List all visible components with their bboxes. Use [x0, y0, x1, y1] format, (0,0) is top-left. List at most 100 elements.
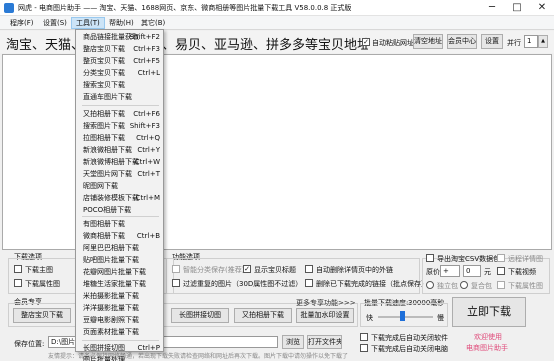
tools-menu-item[interactable]: 微商相册下载 Ctrl+B: [79, 231, 162, 241]
tools-menu-item[interactable]: 图片批量处理: [79, 355, 162, 361]
smart-classify-checkbox[interactable]: [172, 265, 180, 273]
download-main-checkbox[interactable]: [14, 265, 22, 273]
tools-menu-item[interactable]: 页面素材批量下载: [79, 327, 162, 337]
tools-menu-item-label: 店铺装修模板下载: [83, 194, 139, 202]
browse-button[interactable]: 浏览: [282, 335, 304, 349]
auto-close-software-checkbox[interactable]: [360, 333, 368, 341]
parallel-spinner[interactable]: ▲: [538, 35, 548, 48]
member-center-button[interactable]: 会员中心: [447, 34, 477, 49]
parallel-input[interactable]: 1: [524, 35, 538, 48]
tools-menu-item[interactable]: 整店宝贝下载 Ctrl+F3: [79, 44, 162, 54]
tools-menu-item[interactable]: 贴吧图片批量下载: [79, 255, 162, 265]
tools-menu-item[interactable]: 花瓣网图片批量下载: [79, 267, 162, 277]
speed-slider[interactable]: [378, 316, 433, 318]
tools-menu-item-label: 花瓣网图片批量下载: [83, 268, 146, 276]
tools-menu-item-shortcut: Ctrl+P: [137, 344, 160, 352]
tools-menu-item-shortcut: Ctrl+Q: [136, 134, 160, 142]
tools-menu-item-label: 新浪微相册下载: [83, 146, 132, 154]
menu-help[interactable]: 帮助(H): [105, 17, 138, 29]
tools-menu-item[interactable]: 拉图相册下载 Ctrl+Q: [79, 133, 162, 143]
composite-radio[interactable]: [460, 281, 468, 289]
tools-menu-item[interactable]: 阿里巴巴相册下载: [79, 243, 162, 253]
tools-menu-item[interactable]: 有图相册下载: [79, 219, 162, 229]
menu-separator: [82, 105, 159, 106]
filter-dup-checkbox[interactable]: [172, 279, 180, 287]
tools-menu-item[interactable]: 堆糖生活家批量下载: [79, 279, 162, 289]
filter-dup-label: 过滤重复的图片（30D属性图不过滤）: [183, 280, 303, 288]
delete-downloaded-checkbox[interactable]: [305, 279, 313, 287]
tools-dropdown-menu: 商品链接批量获取 Shift+F2 整店宝贝下载 Ctrl+F3 整页宝贝下载 Ctrl+…: [75, 29, 164, 361]
tools-menu-item[interactable]: POCO相册下载: [79, 205, 162, 215]
maximize-icon[interactable]: □: [505, 0, 529, 15]
tools-menu-item[interactable]: 昵图网下载: [79, 181, 162, 191]
tools-menu-item-label: 昵图网下载: [83, 182, 118, 190]
auto-close-software-label: 下载完成后自动关闭软件: [371, 334, 448, 342]
tools-menu-item-shortcut: Shift+F2: [129, 33, 160, 41]
tools-menu-item-label: 有图相册下载: [83, 220, 125, 228]
tools-menu-item[interactable]: 搜索图片下载 Shift+F3: [79, 121, 162, 131]
tools-menu-item[interactable]: 搜索宝贝下载: [79, 80, 162, 90]
auto-delete-label: 自动删除详情页中的外链: [316, 266, 393, 274]
tools-menu-item-shortcut: Shift+F3: [129, 122, 160, 130]
price-operator-select[interactable]: +: [440, 265, 460, 277]
close-icon[interactable]: ✕: [530, 0, 554, 15]
tools-menu-item-label: 又拍相册下载: [83, 110, 125, 118]
tools-menu-item-label: 拉图相册下载: [83, 134, 125, 142]
tools-menu-item-label: 搜索图片下载: [83, 122, 125, 130]
menu-tools[interactable]: 工具(T): [71, 17, 105, 29]
download-main-label: 下载主图: [25, 266, 53, 274]
more-features-link[interactable]: 更多专享功能>>>: [296, 298, 356, 308]
show-title-checkbox[interactable]: ✓: [243, 265, 251, 273]
menu-bar: 程序(F) 设置(S) 工具(T) 帮助(H) 其它(B): [0, 16, 554, 30]
tools-menu-item-shortcut: Ctrl+F3: [133, 45, 160, 53]
tools-menu-item[interactable]: 洋洋摄影批量下载: [79, 303, 162, 313]
menu-program[interactable]: 程序(F): [6, 17, 38, 29]
minimize-icon[interactable]: ─: [480, 0, 504, 15]
tools-menu-item-label: 微商相册下载: [83, 232, 125, 240]
tools-menu-item[interactable]: 天堂图片网下载 Ctrl+T: [79, 169, 162, 179]
tools-menu-item-label: 直通车图片下载: [83, 93, 132, 101]
tools-menu-item[interactable]: 新浪微相册下载 Ctrl+Y: [79, 145, 162, 155]
auto-shutdown-pc-label: 下载完成后自动关闭电脑: [371, 345, 448, 353]
download-color-checkbox[interactable]: [14, 279, 22, 287]
tools-menu-item[interactable]: 分类宝贝下载 Ctrl+L: [79, 68, 162, 78]
tools-menu-item[interactable]: 新浪微博相册下载 Ctrl+W: [79, 157, 162, 167]
tools-menu-item[interactable]: 整页宝贝下载 Ctrl+F5: [79, 56, 162, 66]
watermark-settings-button[interactable]: 批量加水印设置: [296, 308, 354, 323]
tools-menu-item[interactable]: 店铺装修模板下载 Ctrl+M: [79, 193, 162, 203]
speed-slider-thumb[interactable]: [400, 311, 405, 321]
menu-other[interactable]: 其它(B): [137, 17, 169, 29]
tools-menu-item[interactable]: 米拍摄影批量下载: [79, 291, 162, 301]
auto-delete-checkbox[interactable]: [305, 265, 313, 273]
price-value-input[interactable]: 0: [463, 265, 481, 277]
menu-settings[interactable]: 设置(S): [39, 17, 71, 29]
settings-button[interactable]: 设置: [481, 34, 503, 49]
clear-url-button[interactable]: 清空地址: [413, 34, 443, 49]
remote-detail-checkbox[interactable]: [497, 254, 505, 262]
export-csv-checkbox[interactable]: [426, 254, 434, 262]
export-csv-label: 导出淘宝CSV数据包: [437, 255, 501, 263]
tools-menu-item[interactable]: 长图拼接切图 Ctrl+P: [79, 343, 162, 353]
member-shop-download-button[interactable]: 整店宝贝下载: [13, 308, 71, 323]
auto-paste-checkbox[interactable]: ✓: [362, 38, 370, 46]
tools-menu-item-label: 洋洋摄影批量下载: [83, 304, 139, 312]
save-location-label: 保存位置:: [14, 340, 45, 348]
tools-menu-item[interactable]: 豆瓣电影剧照下载: [79, 315, 162, 325]
stitch-image-button[interactable]: 长图拼接切图: [171, 308, 229, 323]
tools-menu-item[interactable]: 又拍相册下载 Ctrl+F6: [79, 109, 162, 119]
start-download-button[interactable]: 立即下载: [452, 297, 526, 327]
download-video-checkbox[interactable]: [497, 267, 505, 275]
parallel-label: 并行: [507, 39, 521, 47]
independent-radio[interactable]: [426, 281, 434, 289]
tools-menu-item-label: 新浪微博相册下载: [83, 158, 139, 166]
open-folder-button[interactable]: 打开文件夹: [307, 335, 342, 349]
auto-shutdown-pc-checkbox[interactable]: [360, 344, 368, 352]
tools-menu-item[interactable]: 直通车图片下载: [79, 92, 162, 102]
youpai-download-button[interactable]: 又拍相册下载: [234, 308, 292, 323]
tools-menu-item-label: 米拍摄影批量下载: [83, 292, 139, 300]
tools-menu-item[interactable]: 商品链接批量获取 Shift+F2: [79, 32, 162, 42]
speed-fast-label: 快: [366, 314, 373, 322]
tools-menu-item-label: 堆糖生活家批量下载: [83, 280, 146, 288]
welcome-line-2: 电商图片助手: [466, 344, 508, 352]
download-attr-checkbox[interactable]: [497, 281, 505, 289]
